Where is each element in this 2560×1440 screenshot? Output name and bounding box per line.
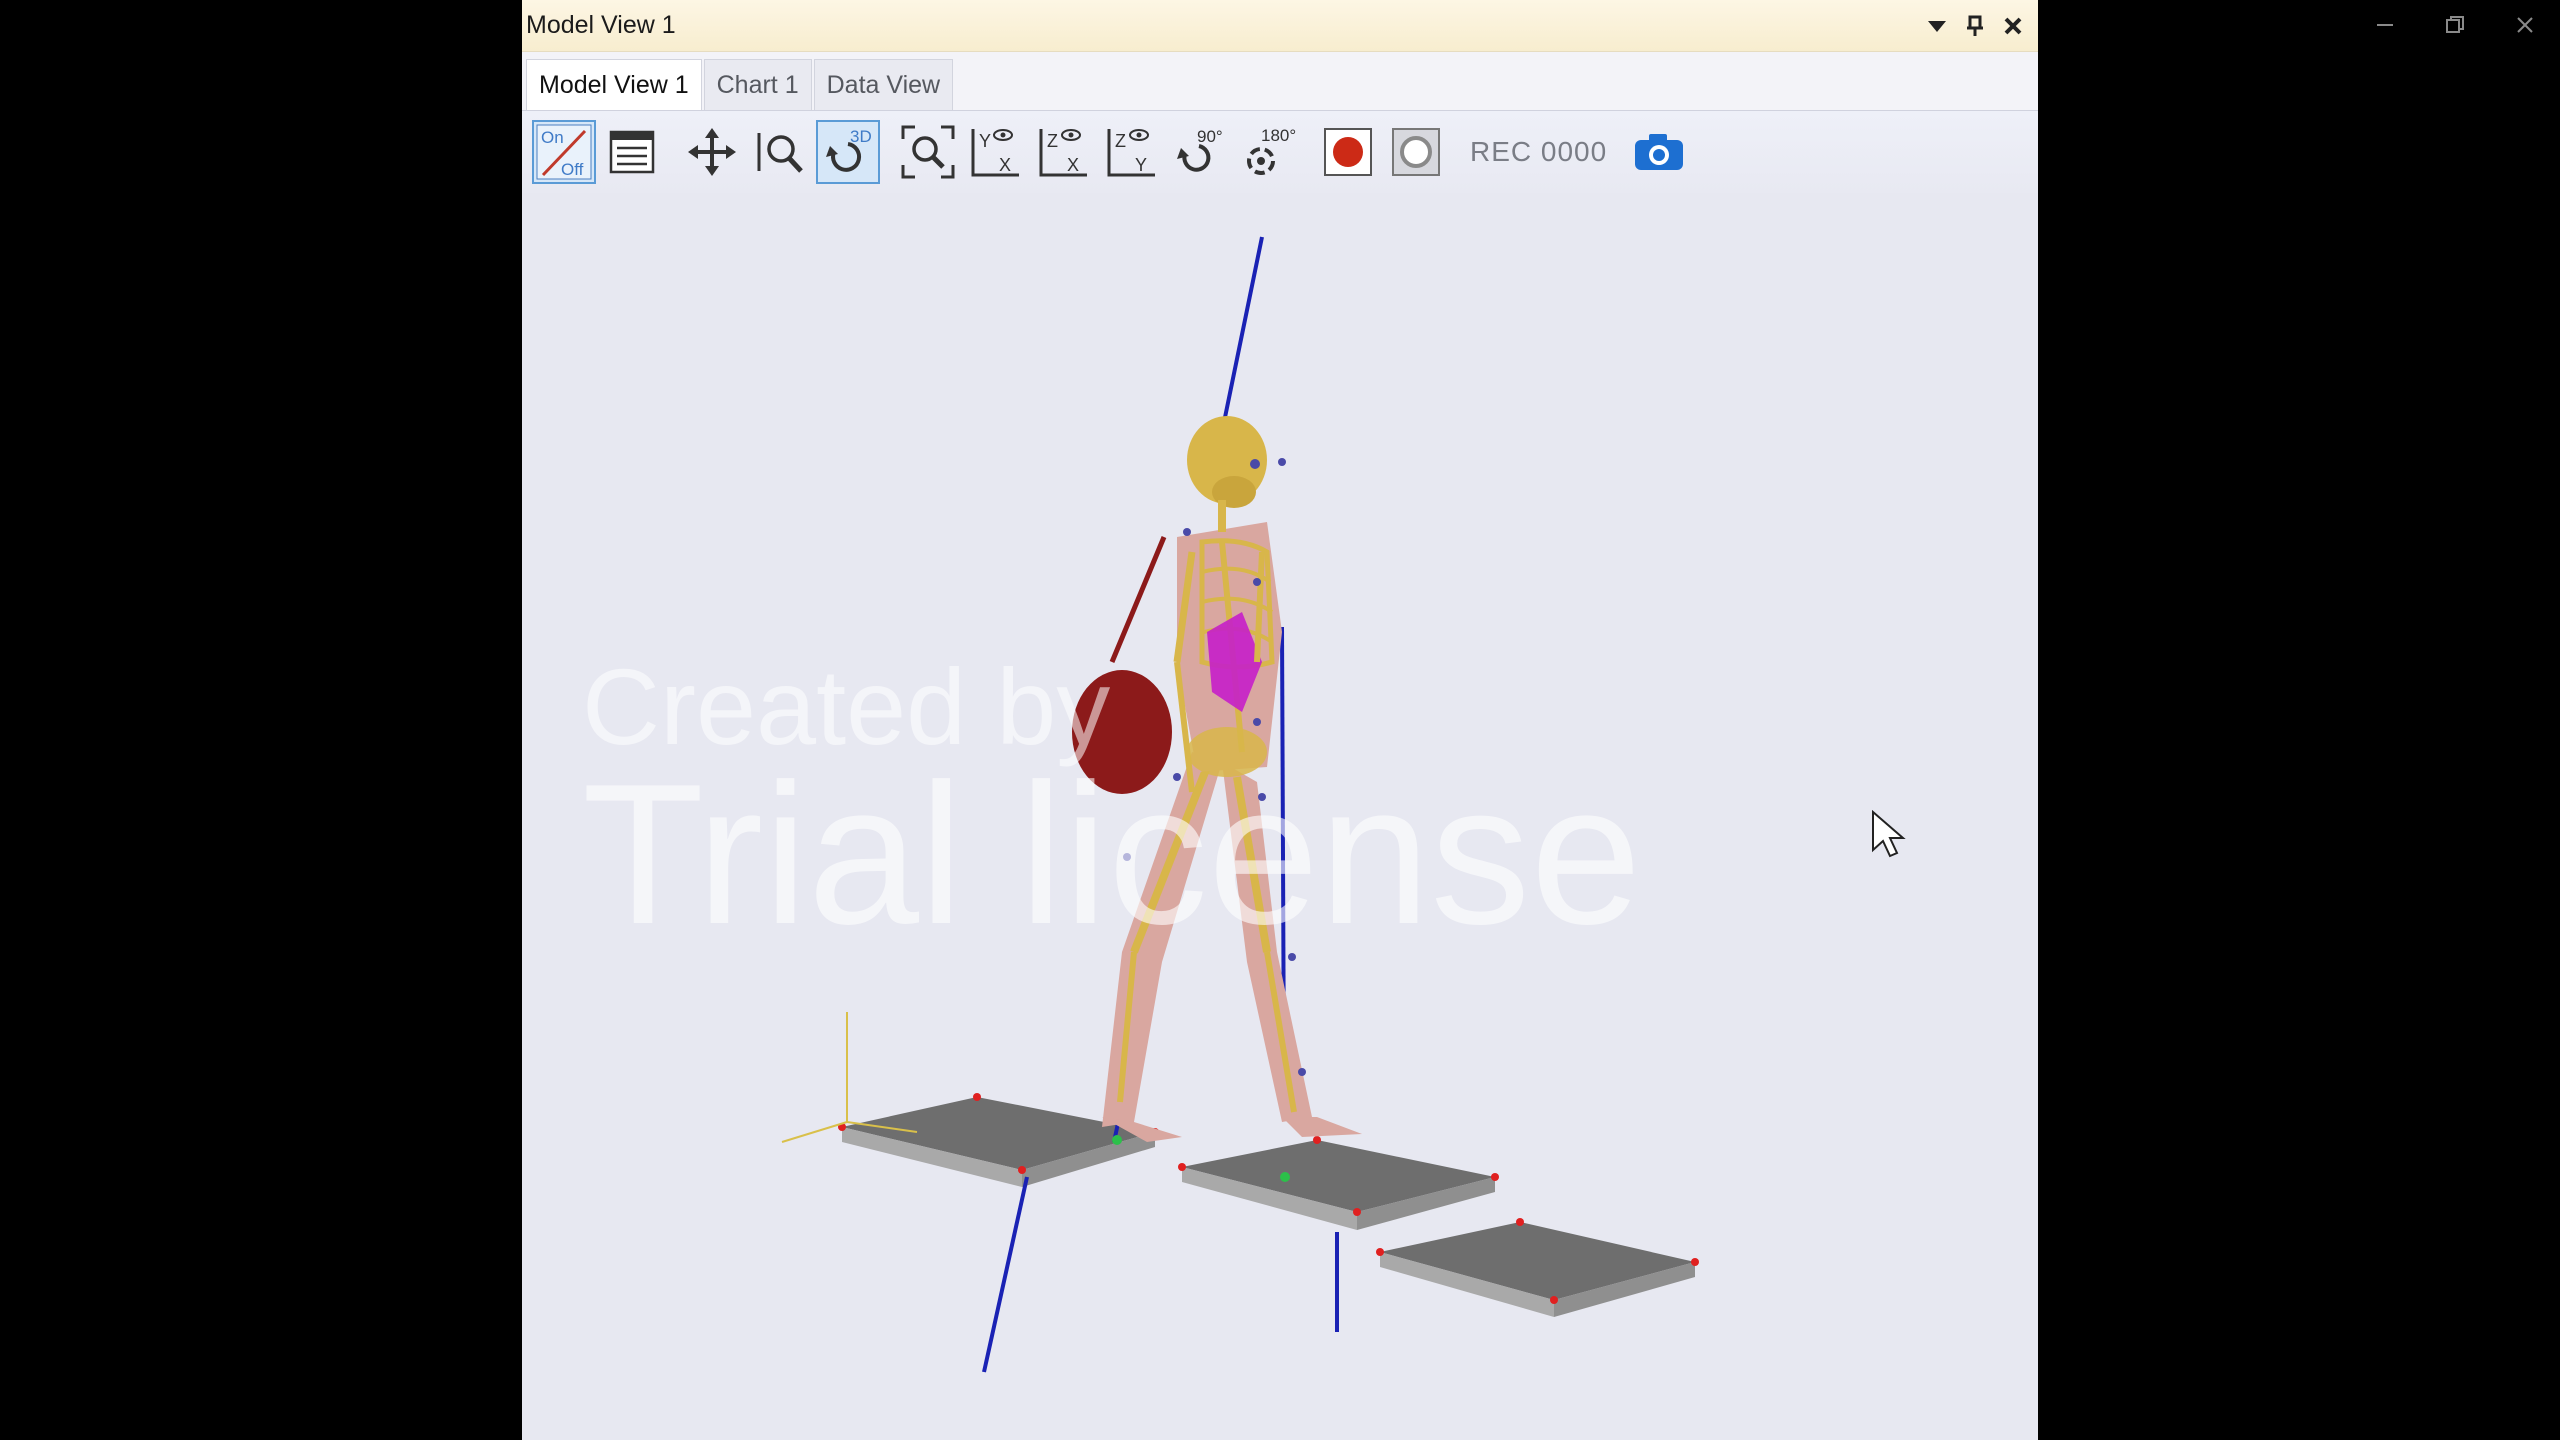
restore-icon xyxy=(2446,16,2464,33)
panel-close-button[interactable] xyxy=(2000,13,2026,39)
view-zx-axis-top: Z xyxy=(1047,131,1058,151)
panel-controls xyxy=(1924,13,2038,39)
minimize-button[interactable] xyxy=(2350,0,2420,50)
tab-model-view-1[interactable]: Model View 1 xyxy=(526,59,702,110)
view-zx-axis-bottom: X xyxy=(1067,155,1079,175)
table-icon xyxy=(609,130,655,174)
view-zy-axis-bottom: Y xyxy=(1135,155,1147,175)
skull xyxy=(1187,416,1267,532)
zoom-fit-button[interactable] xyxy=(896,120,960,184)
3d-viewport[interactable]: Created by Trial license xyxy=(522,192,2038,1440)
rotate-90-icon: 90° xyxy=(1177,127,1223,172)
os-close-button[interactable] xyxy=(2490,0,2560,50)
rotate-180-label: 180° xyxy=(1261,126,1296,145)
os-window-controls xyxy=(2350,0,2560,50)
panel-menu-button[interactable] xyxy=(1924,13,1950,39)
view-yx-axis-bottom: X xyxy=(999,155,1011,175)
pin-icon xyxy=(1967,15,1983,36)
view-zy-button[interactable]: Z Y xyxy=(1100,120,1164,184)
force-plate-3 xyxy=(1380,1222,1695,1317)
panel-pin-button[interactable] xyxy=(1962,13,1988,39)
rotate-90-label: 90° xyxy=(1197,127,1223,146)
rotate-180-button[interactable]: 180° xyxy=(1236,120,1300,184)
panel-titlebar: Model View 1 xyxy=(522,0,2038,52)
onoff-icon: On Off xyxy=(536,124,592,180)
rec-counter: REC 0000 xyxy=(1470,136,1608,167)
zoom-fit-icon xyxy=(901,125,955,179)
rotate-3d-button[interactable]: 3D xyxy=(816,120,880,184)
view-zx-icon: Z X xyxy=(1039,129,1087,177)
properties-button[interactable] xyxy=(600,120,664,184)
restore-button[interactable] xyxy=(2420,0,2490,50)
model-view-panel: Model View 1 Model View 1 Chart 1 Data V… xyxy=(522,0,2038,1440)
rotate-90-button[interactable]: 90° xyxy=(1168,120,1232,184)
close-icon xyxy=(2517,17,2533,33)
camera-icon xyxy=(1635,134,1684,170)
stop-button[interactable] xyxy=(1384,120,1448,184)
zoom-icon xyxy=(757,133,803,173)
view-toolbar: On Off 3D Y X Z X Z Y 90° 180° REC 0000 xyxy=(522,111,2038,193)
view-yx-icon: Y X xyxy=(971,129,1019,177)
view-tabs: Model View 1 Chart 1 Data View xyxy=(522,52,2038,111)
move-arrows-icon xyxy=(688,128,736,176)
mouse-cursor-icon xyxy=(1872,810,1906,858)
close-icon xyxy=(2004,17,2022,34)
rotate-3d-icon: 3D xyxy=(826,127,872,172)
rotate-180-icon: 180° xyxy=(1247,126,1296,175)
view-zy-icon: Z Y xyxy=(1107,129,1155,177)
view-yx-button[interactable]: Y X xyxy=(964,120,1028,184)
force-plate-2 xyxy=(1182,1140,1495,1230)
onoff-label-on: On xyxy=(541,128,564,147)
tab-data-view[interactable]: Data View xyxy=(813,59,954,110)
view-zy-axis-top: Z xyxy=(1115,131,1126,151)
dropdown-arrow-icon xyxy=(1928,20,1946,32)
stop-icon xyxy=(1392,128,1440,176)
onoff-label-off: Off xyxy=(561,160,584,179)
record-button[interactable] xyxy=(1316,120,1380,184)
rotate-3d-label: 3D xyxy=(850,127,872,146)
onoff-toggle-button[interactable]: On Off xyxy=(532,120,596,184)
tab-chart-1[interactable]: Chart 1 xyxy=(703,59,812,110)
record-icon xyxy=(1324,128,1372,176)
minimize-icon xyxy=(2377,24,2393,26)
panel-title: Model View 1 xyxy=(526,11,676,39)
pan-button[interactable] xyxy=(680,120,744,184)
screenshot-button[interactable] xyxy=(1627,120,1691,184)
view-yx-axis-top: Y xyxy=(979,131,991,151)
view-zx-button[interactable]: Z X xyxy=(1032,120,1096,184)
watermark-line-2: Trial license xyxy=(582,743,1642,966)
zoom-button[interactable] xyxy=(748,120,812,184)
